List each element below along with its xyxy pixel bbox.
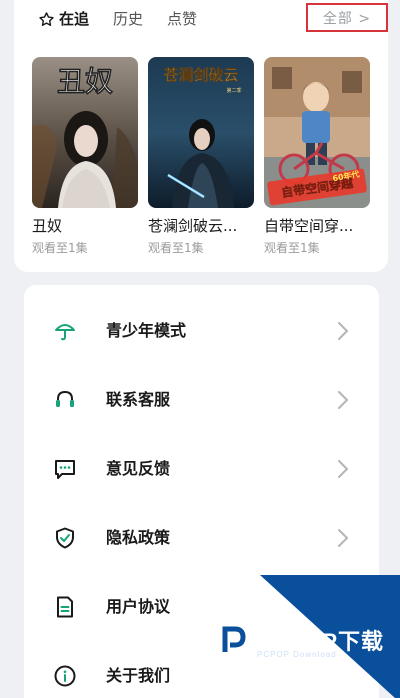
drama-progress: 观看至1集 — [32, 241, 88, 255]
tab-likes[interactable]: 点赞 — [167, 7, 197, 31]
chevron-right-icon — [338, 529, 349, 547]
drama-title: 苍澜剑破云... — [148, 217, 238, 235]
menu-label: 关于我们 — [106, 666, 171, 685]
drama-poster: 丑奴 — [32, 57, 138, 208]
document-icon — [57, 596, 73, 618]
tab-following[interactable]: 在追 — [38, 7, 89, 31]
drama-title: 自带空间穿... — [264, 217, 354, 235]
menu-label: 隐私政策 — [106, 528, 171, 547]
tab-bar: 在追 历史 点赞 — [38, 7, 221, 31]
menu-label: 意见反馈 — [106, 459, 171, 478]
poster-title-text: 苍澜剑破云 — [162, 66, 238, 84]
chevron-right-icon — [338, 460, 349, 478]
watermark-subtext: PCPOP Download — [257, 650, 337, 659]
shield-check-icon — [56, 527, 74, 549]
headset-icon — [56, 390, 74, 407]
feedback-chat-icon — [55, 460, 75, 479]
tab-likes-label: 点赞 — [167, 10, 198, 28]
menu-item-customer-service[interactable]: 联系客服 — [24, 375, 379, 425]
view-all-button[interactable]: 全部 > — [306, 3, 388, 32]
drama-progress: 观看至1集 — [148, 241, 204, 255]
drama-progress: 观看至1集 — [264, 241, 320, 255]
menu-label: 联系客服 — [106, 390, 171, 409]
tab-history-label: 历史 — [113, 10, 144, 28]
drama-poster: 自带空间穿越 60年代 — [264, 57, 370, 208]
tab-history[interactable]: 历史 — [113, 7, 143, 31]
watermark-logo-icon — [213, 620, 253, 660]
umbrella-icon — [55, 324, 75, 341]
menu-item-teen-mode[interactable]: 青少年模式 — [24, 306, 379, 356]
chevron-right-icon — [338, 391, 349, 409]
poster-title-text: 丑奴 — [57, 65, 113, 98]
chevron-right-icon — [338, 322, 349, 340]
drama-card[interactable]: 自带空间穿越 60年代 自带空间穿... 观看至1集 — [264, 57, 370, 255]
chevron-right-icon — [338, 598, 349, 616]
star-icon — [39, 11, 54, 26]
menu-item-privacy-policy[interactable]: 隐私政策 — [24, 513, 379, 563]
menu-label: 用户协议 — [106, 597, 171, 616]
menu-label: 青少年模式 — [106, 321, 187, 340]
menu-item-feedback[interactable]: 意见反馈 — [24, 444, 379, 494]
tab-following-label: 在追 — [59, 10, 90, 28]
drama-card[interactable]: 苍澜剑破云 第二季 苍澜剑破云... 观看至1集 — [148, 57, 254, 255]
info-icon — [54, 665, 76, 687]
drama-card[interactable]: 丑奴 丑奴 观看至1集 — [32, 57, 138, 255]
drama-title: 丑奴 — [32, 217, 63, 235]
poster-subtitle-text: 第二季 — [226, 87, 241, 94]
drama-poster: 苍澜剑破云 第二季 — [148, 57, 254, 208]
